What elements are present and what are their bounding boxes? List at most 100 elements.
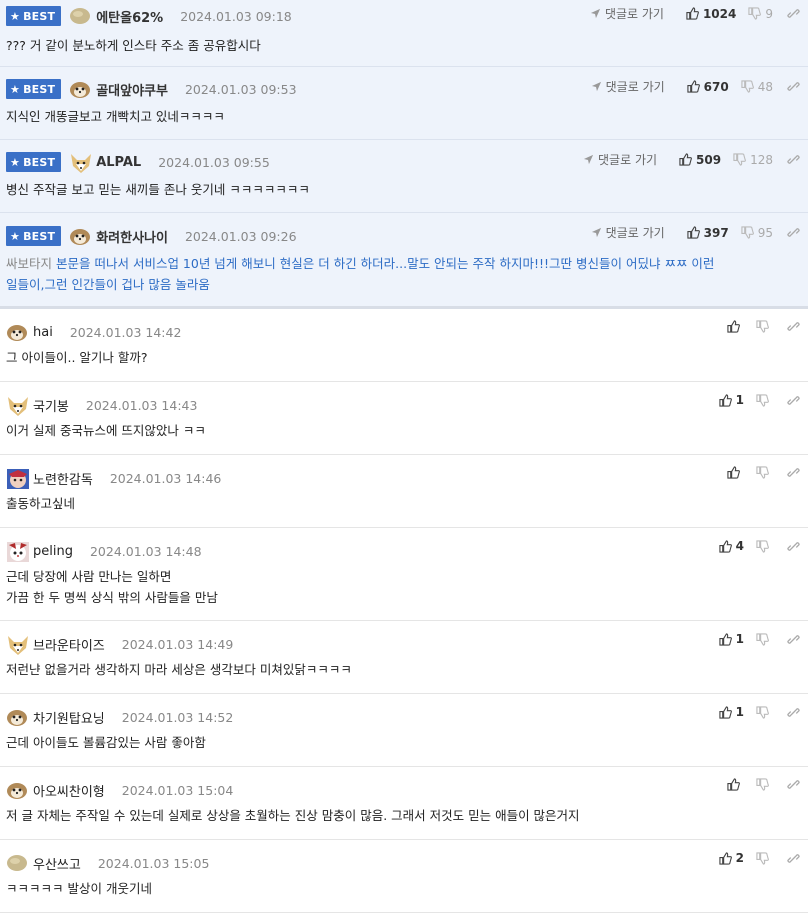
upvote-count: 2 xyxy=(735,851,744,865)
best-badge: ★ BEST xyxy=(6,152,62,172)
upvote-button[interactable] xyxy=(727,320,744,333)
link-icon xyxy=(787,155,800,164)
nickname[interactable]: 노련한감독 xyxy=(33,469,93,488)
upvote-button[interactable]: 1 xyxy=(719,393,744,407)
nickname[interactable]: 화려한사나이 xyxy=(96,227,168,246)
mention-tag[interactable]: 싸보타지 xyxy=(6,256,52,271)
comment-text: 근데 당장에 사람 만나는 일하면 가끔 한 두 명씩 상식 밖의 사람들을 만남 xyxy=(6,566,788,608)
nickname[interactable]: 차기원탑요닝 xyxy=(33,708,105,727)
star-icon: ★ xyxy=(10,9,21,23)
upvote-button[interactable]: 2 xyxy=(719,851,744,865)
thumbs-up-icon xyxy=(719,705,732,719)
comment-text: 지식인 개똥글보고 개빡치고 있네ㅋㅋㅋㅋ xyxy=(6,109,225,124)
downvote-button[interactable]: 48 xyxy=(741,80,773,94)
upvote-button[interactable]: 1 xyxy=(719,632,744,646)
thumbs-down-icon xyxy=(741,80,754,93)
thumbs-down-icon xyxy=(756,632,769,646)
thumbs-up-icon xyxy=(727,466,740,479)
comment-date: 2024.01.03 09:26 xyxy=(184,228,297,244)
comment: 아오씨찬이형 2024.01.03 15:04 저 글 자체는 주작일 수 있는… xyxy=(0,767,808,840)
upvote-button[interactable] xyxy=(727,778,744,791)
comment-date: 2024.01.03 09:18 xyxy=(180,8,292,24)
comment-text: ??? 거 같이 분노하게 인스타 주소 좀 공유합시다 xyxy=(6,38,261,53)
downvote-button[interactable] xyxy=(756,393,773,407)
nickname[interactable]: 아오씨찬이형 xyxy=(33,781,105,800)
nickname[interactable]: peling xyxy=(33,544,73,559)
share-link-button[interactable] xyxy=(787,153,800,166)
upvote-button[interactable]: 670 xyxy=(687,80,729,94)
share-link-button[interactable] xyxy=(787,80,800,93)
nickname[interactable]: 우산쓰고 xyxy=(33,854,81,873)
nickname[interactable]: hai xyxy=(33,325,53,340)
nickname[interactable]: ALPAL xyxy=(96,155,141,170)
nickname[interactable]: 브라운타이즈 xyxy=(33,635,105,654)
downvote-button[interactable] xyxy=(756,320,773,333)
downvote-button[interactable] xyxy=(756,851,773,865)
comment-date: 2024.01.03 14:52 xyxy=(121,709,234,725)
nickname[interactable]: 골대앞야쿠부 xyxy=(96,80,168,99)
comment: peling 2024.01.03 14:48 근데 당장에 사람 만나는 일하… xyxy=(0,528,808,621)
share-link-button[interactable] xyxy=(787,320,800,333)
share-link-button[interactable] xyxy=(787,540,800,553)
comment-line: 저런냔 없을거라 생각하지 마라 세상은 생각보다 미쳐있닭ㅋㅋㅋㅋ xyxy=(6,662,352,677)
upvote-button[interactable]: 397 xyxy=(687,226,729,240)
thumbs-up-icon xyxy=(687,80,700,93)
comment-text: ㅋㅋㅋㅋㅋ 발상이 개웃기네 xyxy=(6,878,788,899)
thumbs-down-icon xyxy=(741,226,754,239)
downvote-button[interactable] xyxy=(756,705,773,719)
fox-avatar xyxy=(6,634,28,655)
downvote-button[interactable]: 128 xyxy=(733,153,773,167)
comment-text: 병신 주작글 보고 믿는 새끼들 존나 웃기네 ㅋㅋㅋㅋㅋㅋㅋ xyxy=(6,182,310,197)
nickname[interactable]: 국기봉 xyxy=(33,396,69,415)
upvote-button[interactable]: 4 xyxy=(719,539,744,553)
goto-reply-link[interactable]: 댓글로 가기 xyxy=(583,151,657,168)
share-link-button[interactable] xyxy=(787,852,800,865)
upvote-button[interactable]: 1024 xyxy=(686,7,736,21)
comment: hai 2024.01.03 14:42 그 아이들이.. 알기나 할까? xyxy=(0,309,808,382)
comment-line: ㅋㅋㅋㅋㅋ 발상이 개웃기네 xyxy=(6,881,152,896)
share-link-button[interactable] xyxy=(787,633,800,646)
star-icon: ★ xyxy=(10,155,21,169)
link-icon xyxy=(787,541,800,551)
comment: 차기원탑요닝 2024.01.03 14:52 근데 아이들도 볼륨감있는 사람… xyxy=(0,694,808,767)
thumbs-down-icon xyxy=(756,466,769,479)
upvote-button[interactable]: 1 xyxy=(719,705,744,719)
normal-comments: hai 2024.01.03 14:42 그 아이들이.. 알기나 할까? 국기… xyxy=(0,309,808,913)
goto-reply-link[interactable]: 댓글로 가기 xyxy=(591,224,665,241)
comment-text: 저 글 자체는 주작일 수 있는데 실제로 상상을 초월하는 진상 맘충이 많음… xyxy=(6,805,788,826)
downvote-button[interactable]: 9 xyxy=(748,7,773,21)
share-link-button[interactable] xyxy=(787,7,800,20)
share-link-button[interactable] xyxy=(787,706,800,719)
upvote-button[interactable]: 509 xyxy=(679,153,721,167)
downvote-button[interactable]: 95 xyxy=(741,226,773,240)
link-icon xyxy=(787,780,800,789)
downvote-button[interactable] xyxy=(756,539,773,553)
best-badge: ★ BEST xyxy=(6,6,62,26)
downvote-button[interactable] xyxy=(756,778,773,791)
thumbs-down-icon xyxy=(733,153,747,166)
thumbs-up-icon xyxy=(727,778,740,791)
dog-avatar xyxy=(6,322,28,342)
goto-reply-link[interactable]: 댓글로 가기 xyxy=(591,78,665,95)
blue-avatar xyxy=(6,468,29,489)
comment-date: 2024.01.03 14:43 xyxy=(85,397,198,413)
share-link-button[interactable] xyxy=(787,778,800,791)
fox-avatar xyxy=(6,395,28,416)
comment-text: 근데 아이들도 볼륨감있는 사람 좋아함 xyxy=(6,732,788,753)
thumbs-up-icon xyxy=(719,539,732,553)
comment-date: 2024.01.03 14:48 xyxy=(89,543,202,559)
upvote-button[interactable] xyxy=(727,466,744,479)
arrow-icon xyxy=(591,227,601,238)
share-link-button[interactable] xyxy=(787,394,800,407)
downvote-button[interactable] xyxy=(756,466,773,479)
comment-date: 2024.01.03 14:42 xyxy=(69,324,182,340)
nickname[interactable]: 에탄올62% xyxy=(96,7,163,26)
share-link-button[interactable] xyxy=(787,466,800,479)
star-icon: ★ xyxy=(10,229,21,243)
downvote-button[interactable] xyxy=(756,632,773,646)
goto-reply-link[interactable]: 댓글로 가기 xyxy=(590,5,664,22)
comment-date: 2024.01.03 14:46 xyxy=(109,470,222,486)
thumbs-up-icon xyxy=(727,320,740,333)
share-link-button[interactable] xyxy=(787,226,800,239)
comment-date: 2024.01.03 09:55 xyxy=(158,154,270,170)
